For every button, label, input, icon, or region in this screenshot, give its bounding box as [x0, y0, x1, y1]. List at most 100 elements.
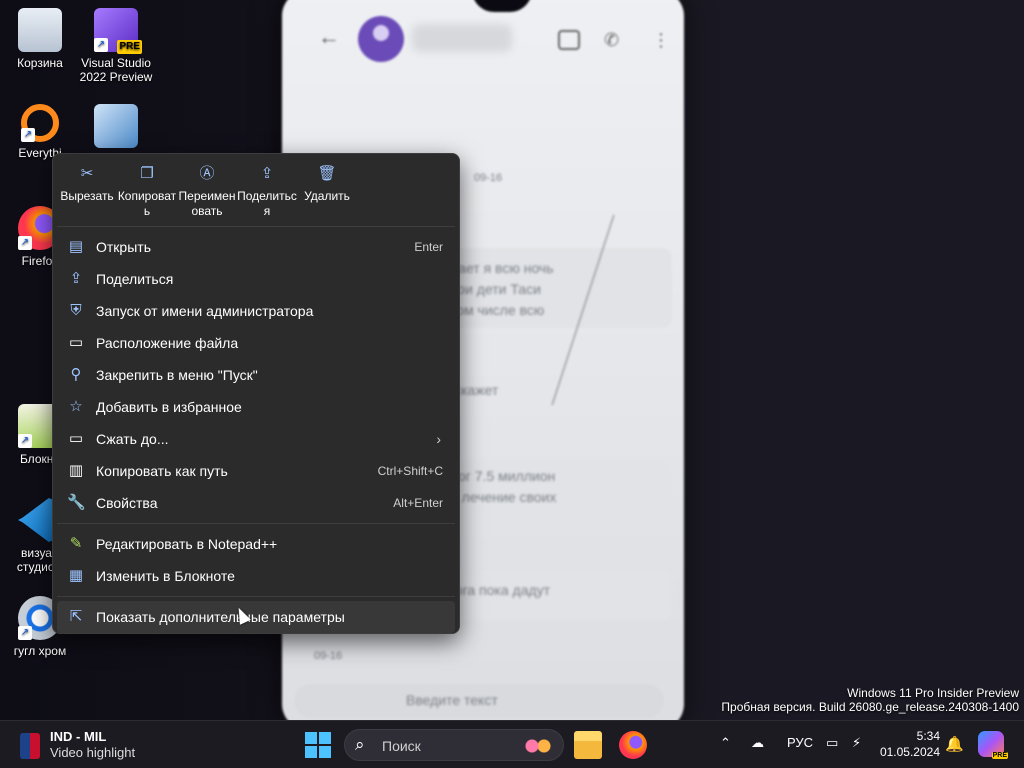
shortcut-arrow-icon: ↗ — [18, 434, 32, 448]
menu-item-copy-path[interactable]: ▥ Копировать как путь Ctrl+Shift+C — [57, 455, 455, 487]
taskbar-search-box[interactable]: ⌕ Поиск — [344, 729, 564, 761]
virtualbox-icon — [94, 104, 138, 148]
chevron-right-icon: › — [436, 431, 441, 447]
phone-text: том числе всю — [450, 302, 545, 318]
watermark-build: Пробная версия. Build 26080.ge_release.2… — [721, 700, 1019, 714]
phone-menu-icon: ⋮ — [652, 30, 670, 50]
scissors-icon: ✂ — [80, 165, 94, 182]
notification-bell-icon[interactable]: 🔔 — [945, 735, 964, 753]
desktop-icon-label: Visual Studio 2022 Preview — [79, 56, 153, 84]
firefox-taskbar-icon[interactable] — [619, 731, 647, 759]
search-highlight-flower-icon — [523, 736, 553, 756]
menu-item-label: Расположение файла — [96, 335, 239, 351]
phone-text: дает я всю ночь — [450, 260, 554, 276]
delete-label: Удалить — [304, 189, 350, 203]
menu-item-label: Свойства — [96, 495, 158, 511]
menu-item-label: Редактировать в Notepad++ — [96, 536, 278, 552]
watermark-edition: Windows 11 Pro Insider Preview — [847, 686, 1019, 700]
menu-item-label: Запуск от имени администратора — [96, 303, 314, 319]
language-indicator[interactable]: РУС — [787, 735, 813, 750]
network-icon[interactable]: ⚡ — [852, 735, 861, 751]
phone-text: скажет — [454, 382, 499, 398]
clock-date: 01.05.2024 — [879, 745, 940, 759]
share-button[interactable]: ⇪ Поделитьс я — [237, 164, 297, 226]
notepadpp-icon: ✎ — [69, 535, 83, 552]
menu-item-shortcut: Alt+Enter — [393, 496, 443, 510]
start-button[interactable] — [305, 732, 331, 758]
phone-text: бог 7.5 миллион — [450, 468, 556, 484]
menu-item-show-more-options[interactable]: ⇱ Показать дополнительные параметры — [57, 601, 455, 633]
nba-logo-icon — [20, 733, 40, 759]
windows-watermark: Windows 11 Pro Insider Preview Пробная в… — [721, 686, 1019, 714]
menu-item-properties[interactable]: 🔧 Свойства Alt+Enter — [57, 487, 455, 519]
phone-text: а лечение своих — [450, 489, 557, 505]
share-icon: ⇪ — [260, 165, 274, 182]
menu-item-label: Добавить в избранное — [96, 399, 242, 415]
windows-logo-icon — [305, 732, 317, 744]
copilot-icon[interactable] — [978, 731, 1008, 759]
recycle-bin-icon — [18, 8, 62, 52]
pin-icon: ⚲ — [70, 366, 82, 383]
folder-icon: ▭ — [68, 334, 84, 351]
phone-text: вои дети Таси — [450, 281, 541, 297]
cut-button[interactable]: ✂ Вырезать — [57, 164, 117, 226]
phone-contact-avatar — [358, 16, 404, 62]
pre-badge: PRE — [117, 40, 142, 54]
menu-item-edit-notepadpp[interactable]: ✎ Редактировать в Notepad++ — [57, 528, 455, 560]
menu-item-label: Закрепить в меню "Пуск" — [96, 367, 258, 383]
menu-item-run-as-admin[interactable]: ⛨ Запуск от имени администратора — [57, 295, 455, 327]
shortcut-arrow-icon: ↗ — [18, 626, 32, 640]
wrench-icon: 🔧 — [67, 494, 86, 511]
menu-item-share[interactable]: ⇪ Поделиться — [57, 263, 455, 295]
desktop-icon-visual-studio[interactable]: ↗ PRE Visual Studio 2022 Preview — [78, 8, 154, 84]
desktop-icon-virtualbox[interactable] — [78, 104, 154, 152]
phone-blurred-name — [412, 24, 512, 52]
notepad-icon: ▦ — [68, 567, 84, 584]
trash-icon: 🗑 — [317, 165, 337, 182]
cut-label: Вырезать — [60, 189, 114, 203]
rename-label: Переимен овать — [178, 189, 236, 218]
windows-logo-icon — [319, 746, 331, 758]
cloud-offline-icon[interactable]: ☁ — [751, 735, 764, 751]
delete-button[interactable]: 🗑 Удалить — [297, 164, 357, 226]
menu-item-label: Показать дополнительные параметры — [96, 609, 345, 625]
file-explorer-icon[interactable] — [574, 731, 602, 759]
menu-item-edit-notepad[interactable]: ▦ Изменить в Блокноте — [57, 560, 455, 592]
search-icon: ⌕ — [355, 735, 365, 754]
menu-item-label: Открыть — [96, 239, 151, 255]
desktop-icon-recycle-bin[interactable]: Корзина — [2, 8, 78, 70]
copy-label: Копироват ь — [117, 189, 177, 218]
share-icon: ⇪ — [69, 270, 83, 287]
visual-studio-icon: ↗ PRE — [94, 8, 142, 54]
menu-item-shortcut: Ctrl+Shift+C — [377, 464, 443, 478]
menu-item-add-favorites[interactable]: ☆ Добавить в избранное — [57, 391, 455, 423]
shortcut-arrow-icon: ↗ — [21, 128, 35, 142]
rename-button[interactable]: Ⓐ Переимен овать — [177, 164, 237, 226]
menu-item-pin-start[interactable]: ⚲ Закрепить в меню "Пуск" — [57, 359, 455, 391]
desktop-icon-everything[interactable]: ↗ Everythi — [2, 104, 78, 160]
menu-item-label: Изменить в Блокноте — [96, 568, 235, 584]
menu-item-label: Поделиться — [96, 271, 174, 287]
star-icon: ☆ — [69, 398, 83, 415]
phone-video-icon — [558, 30, 580, 50]
phone-text: 09-16 — [474, 172, 503, 184]
open-icon: ▤ — [68, 238, 84, 255]
menu-item-shortcut: Enter — [414, 240, 443, 254]
shortcut-arrow-icon: ↗ — [94, 38, 108, 52]
taskbar-clock[interactable]: 5:34 01.05.2024 — [880, 728, 940, 760]
phone-call-icon: ✆ — [604, 30, 620, 50]
menu-item-open[interactable]: ▤ Открыть Enter — [57, 231, 455, 263]
zip-icon: ▭ — [68, 430, 84, 447]
menu-item-file-location[interactable]: ▭ Расположение файла — [57, 327, 455, 359]
copy-button[interactable]: ❐ Копироват ь — [117, 164, 177, 226]
copy-icon: ❐ — [140, 165, 154, 182]
display-icon[interactable]: ▭ — [826, 735, 838, 751]
news-subtitle: Video highlight — [50, 745, 136, 760]
context-menu: ✂ Вырезать ❐ Копироват ь Ⓐ Переимен оват… — [52, 153, 460, 634]
menu-item-label: Копировать как путь — [96, 463, 228, 479]
copy-path-icon: ▥ — [68, 462, 84, 479]
clock-time: 5:34 — [916, 729, 940, 743]
menu-item-compress[interactable]: ▭ Сжать до... › — [57, 423, 455, 455]
chevron-up-icon[interactable]: ⌃ — [720, 735, 731, 751]
shortcut-arrow-icon: ↗ — [18, 236, 32, 250]
